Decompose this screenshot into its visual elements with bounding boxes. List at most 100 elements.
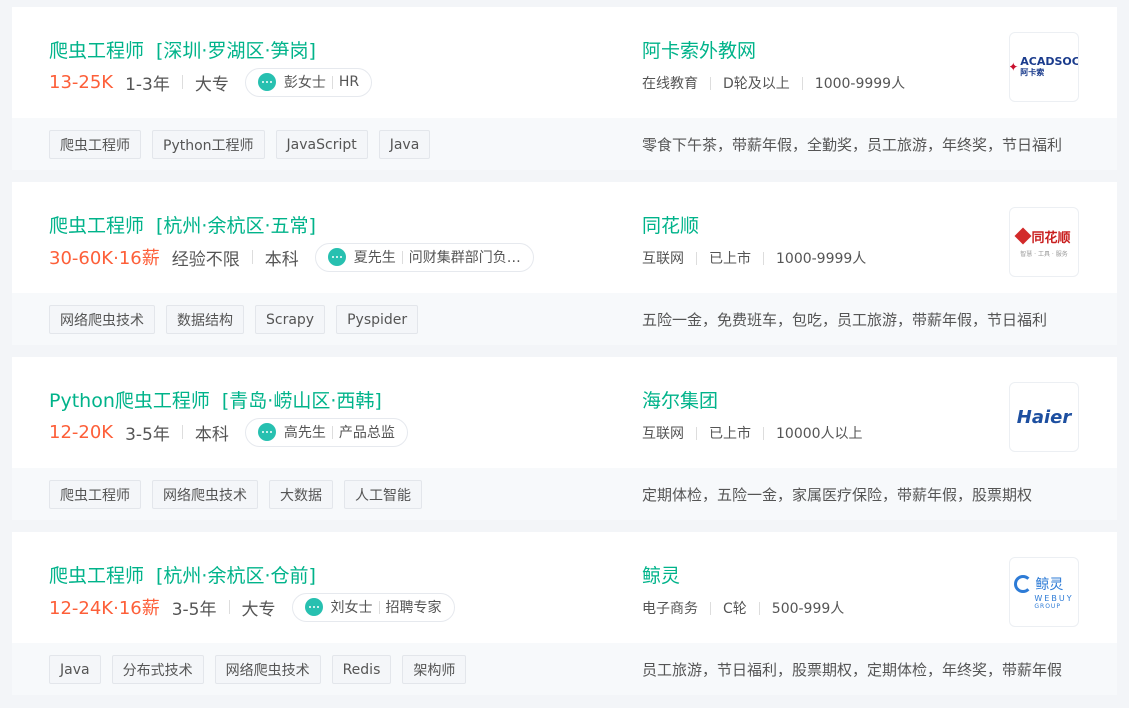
company-logo[interactable]: 鲸灵 WEBUY GROUP	[1009, 557, 1079, 627]
job-card[interactable]: 爬虫工程师 [杭州·余杭区·仓前] 12-24K·16薪 3-5年 大专 刘女士 …	[12, 532, 1117, 695]
hr-chat-button[interactable]: 夏先生 问财集群部门负责人	[314, 242, 534, 272]
hr-title: 问财集群部门负责人	[408, 250, 521, 266]
company-benefits: 员工旅游，节日福利，股票期权，定期体检，年终奖，带薪年假	[642, 661, 1063, 679]
hr-title: HR	[338, 74, 360, 90]
hr-name: 彭女士	[283, 75, 326, 91]
skill-tag: 人工智能	[344, 480, 422, 509]
company-name-link[interactable]: 鲸灵	[642, 561, 680, 588]
skill-tags: Java 分布式技术 网络爬虫技术 Redis 架构师	[49, 655, 467, 684]
divider	[228, 600, 230, 614]
company-industry: 互联网	[642, 251, 684, 267]
job-card-header: 爬虫工程师 [深圳·罗湖区·笋岗] 13-25K 1-3年 大专 彭女士 HR 阿…	[12, 7, 1117, 118]
skill-tags: 网络爬虫技术 数据结构 Scrapy Pyspider	[49, 305, 419, 334]
company-meta: 互联网 已上市 1000-9999人	[642, 248, 866, 268]
chat-bubble-icon	[327, 248, 346, 266]
job-title-link[interactable]: 爬虫工程师 [深圳·罗湖区·笋岗]	[49, 36, 316, 63]
skill-tag: Java	[49, 655, 101, 684]
hr-chat-button[interactable]: 彭女士 HR	[244, 67, 373, 97]
hr-chat-button[interactable]: 刘女士 招聘专家	[291, 592, 455, 622]
hr-title: 招聘专家	[385, 600, 442, 616]
job-meta: 12-20K 3-5年 本科 高先生 产品总监	[49, 417, 408, 447]
company-name-link[interactable]: 阿卡索外教网	[642, 36, 756, 63]
salary: 30-60K·16薪	[49, 248, 160, 269]
company-industry: 在线教育	[642, 76, 698, 92]
job-location[interactable]: [杭州·余杭区·仓前]	[156, 565, 316, 587]
education: 大专	[194, 74, 229, 95]
job-card[interactable]: Python爬虫工程师 [青岛·崂山区·西韩] 12-20K 3-5年 本科 高先…	[12, 357, 1117, 520]
company-logo[interactable]: Haier	[1009, 382, 1079, 452]
company-size: 1000-9999人	[776, 251, 867, 267]
divider	[696, 251, 697, 265]
company-benefits: 定期体检，五险一金，家属医疗保险，带薪年假，股票期权	[642, 486, 1033, 504]
experience: 1-3年	[125, 74, 170, 95]
company-meta: 在线教育 D轮及以上 1000-9999人	[642, 73, 905, 93]
divider	[758, 601, 760, 615]
job-card[interactable]: 爬虫工程师 [深圳·罗湖区·笋岗] 13-25K 1-3年 大专 彭女士 HR 阿…	[12, 7, 1117, 170]
company-stage: 已上市	[709, 251, 751, 267]
job-title[interactable]: Python爬虫工程师	[49, 390, 210, 412]
acadsoc-logo-icon: ✦ ACADSOC 阿卡索	[1009, 55, 1079, 77]
job-location[interactable]: [杭州·余杭区·五常]	[156, 215, 316, 237]
experience: 3-5年	[171, 599, 217, 620]
hr-name: 高先生	[283, 425, 326, 441]
company-name-link[interactable]: 同花顺	[642, 211, 699, 238]
experience: 经验不限	[171, 249, 240, 270]
job-meta: 30-60K·16薪 经验不限 本科 夏先生 问财集群部门负责人	[49, 242, 534, 272]
job-list: 爬虫工程师 [深圳·罗湖区·笋岗] 13-25K 1-3年 大专 彭女士 HR 阿…	[0, 0, 1129, 708]
divider	[710, 601, 711, 615]
hr-chat-button[interactable]: 高先生 产品总监	[244, 417, 408, 447]
job-title-link[interactable]: 爬虫工程师 [杭州·余杭区·仓前]	[49, 561, 316, 588]
job-title[interactable]: 爬虫工程师	[49, 565, 144, 587]
chat-bubble-icon	[257, 423, 276, 441]
tonghuashun-logo-icon: 同花顺 智慧 · 工具 · 服务	[1014, 227, 1071, 258]
divider	[710, 76, 711, 90]
skill-tags: 爬虫工程师 网络爬虫技术 大数据 人工智能	[49, 480, 422, 509]
skill-tag: Python工程师	[152, 130, 265, 159]
company-size: 1000-9999人	[814, 76, 906, 92]
company-name-link[interactable]: 海尔集团	[642, 386, 718, 413]
company-meta: 电子商务 C轮 500-999人	[642, 598, 844, 618]
job-location[interactable]: [青岛·崂山区·西韩]	[222, 390, 382, 412]
hr-name: 刘女士	[330, 600, 373, 616]
divider	[181, 425, 183, 439]
salary: 13-25K	[49, 71, 114, 93]
skill-tag: Java	[378, 130, 431, 159]
company-stage: C轮	[723, 601, 747, 617]
job-card-footer: 网络爬虫技术 数据结构 Scrapy Pyspider 五险一金，免费班车，包吃…	[12, 293, 1117, 345]
skill-tag: JavaScript	[275, 130, 368, 159]
company-industry: 电子商务	[642, 601, 698, 617]
company-size: 500-999人	[771, 601, 845, 617]
job-title[interactable]: 爬虫工程师	[49, 40, 144, 62]
skill-tag: 大数据	[269, 480, 333, 509]
company-benefits: 五险一金，免费班车，包吃，员工旅游，带薪年假，节日福利	[642, 311, 1048, 329]
job-card-footer: 爬虫工程师 Python工程师 JavaScript Java 零食下午茶，带薪…	[12, 118, 1117, 170]
job-card-header: 爬虫工程师 [杭州·余杭区·仓前] 12-24K·16薪 3-5年 大专 刘女士 …	[12, 532, 1117, 643]
divider	[763, 426, 764, 440]
company-benefits: 零食下午茶，带薪年假，全勤奖，员工旅游，年终奖，节日福利	[642, 136, 1063, 154]
haier-logo-icon: Haier	[1016, 406, 1072, 428]
skill-tag: Scrapy	[255, 305, 326, 334]
company-logo[interactable]: 同花顺 智慧 · 工具 · 服务	[1009, 207, 1079, 277]
job-title-link[interactable]: 爬虫工程师 [杭州·余杭区·五常]	[49, 211, 316, 238]
divider	[251, 250, 253, 264]
divider	[801, 76, 803, 90]
job-meta: 13-25K 1-3年 大专 彭女士 HR	[49, 67, 373, 97]
company-stage: D轮及以上	[723, 76, 790, 92]
job-location[interactable]: [深圳·罗湖区·笋岗]	[156, 40, 316, 62]
divider	[331, 75, 333, 89]
chat-bubble-icon	[304, 598, 323, 616]
job-title[interactable]: 爬虫工程师	[49, 215, 144, 237]
company-stage: 已上市	[709, 426, 751, 442]
skill-tag: Pyspider	[336, 305, 419, 334]
company-size: 10000人以上	[776, 426, 863, 442]
skill-tag: Redis	[331, 655, 392, 684]
job-card-header: Python爬虫工程师 [青岛·崂山区·西韩] 12-20K 3-5年 本科 高先…	[12, 357, 1117, 468]
divider	[763, 251, 764, 265]
job-meta: 12-24K·16薪 3-5年 大专 刘女士 招聘专家	[49, 592, 455, 622]
divider	[696, 426, 697, 440]
job-title-link[interactable]: Python爬虫工程师 [青岛·崂山区·西韩]	[49, 386, 382, 413]
job-card[interactable]: 爬虫工程师 [杭州·余杭区·五常] 30-60K·16薪 经验不限 本科 夏先生 …	[12, 182, 1117, 345]
job-card-footer: 爬虫工程师 网络爬虫技术 大数据 人工智能 定期体检，五险一金，家属医疗保险，带…	[12, 468, 1117, 520]
education: 本科	[194, 424, 229, 445]
company-logo[interactable]: ✦ ACADSOC 阿卡索	[1009, 32, 1079, 102]
